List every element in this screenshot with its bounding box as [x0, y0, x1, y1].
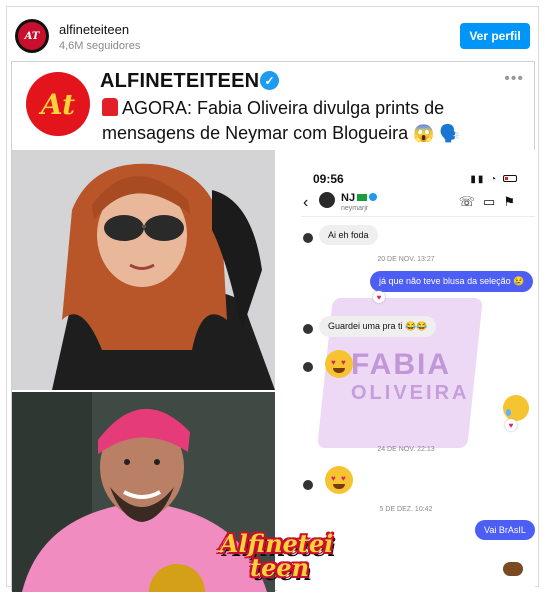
- message-bubble-in[interactable]: Ai eh foda: [319, 225, 378, 245]
- heart-eyes-emoji-icon: ♥ ♥: [325, 350, 353, 378]
- headline-emojis: 😱 🗣️: [413, 124, 461, 143]
- back-arrow-icon[interactable]: ‹: [303, 194, 308, 212]
- brand-name: ALFINETEITEEN: [100, 70, 260, 92]
- contact-avatar[interactable]: [319, 192, 335, 208]
- headline-text: AGORA: Fabia Oliveira divulga prints de …: [102, 98, 445, 143]
- sender-avatar: [303, 324, 313, 334]
- message-timestamp: 5 DE DEZ. 10:42: [379, 506, 433, 513]
- otter-emoji-icon: [503, 562, 523, 576]
- message-timestamp: 24 DE NOV. 22:13: [377, 446, 435, 453]
- contact-name[interactable]: NJ: [341, 192, 378, 204]
- post-card: At ALFINETEITEEN ✓ ••• AGORA: Fabia Oliv…: [11, 61, 535, 592]
- contact-username: neymarjr: [341, 205, 369, 212]
- contact-name-text: NJ: [341, 192, 356, 204]
- heart-reaction-icon: ♥: [505, 419, 517, 431]
- sender-avatar: [303, 480, 313, 490]
- watermark-oliveira: OLIVEIRA: [351, 382, 470, 404]
- header-divider: [301, 216, 535, 217]
- username[interactable]: alfineteiteen: [59, 22, 129, 37]
- verified-icon-small: [369, 193, 378, 201]
- dm-screenshot: 09:56 ▮▮ ◔ ‹ NJ neymarjr ☏▭⚑ FABIA OLIVE…: [277, 150, 535, 592]
- message-timestamp: 20 DE NOV. 13:27: [377, 256, 435, 263]
- stamp-line-2: teen: [250, 553, 310, 582]
- sad-tear-emoji-icon: [503, 395, 529, 421]
- more-options-icon[interactable]: •••: [504, 70, 524, 88]
- followers-count: 4,6M seguidores: [59, 40, 141, 52]
- verified-icon: ✓: [260, 71, 279, 90]
- message-bubble-out[interactable]: já que não teve blusa da seleção 😢: [370, 271, 534, 292]
- heart-eyes-emoji-icon: ♥ ♥: [325, 466, 353, 494]
- message-bubble-in[interactable]: Guardei uma pra ti 😂😂: [319, 316, 437, 337]
- sender-avatar: [303, 362, 313, 372]
- siren-icon: [102, 98, 118, 116]
- post-frame: AT alfineteiteen 4,6M seguidores Ver per…: [6, 6, 539, 592]
- heart-reaction-icon: ♥: [373, 291, 385, 303]
- sender-avatar: [303, 233, 313, 243]
- view-profile-button[interactable]: Ver perfil: [460, 23, 530, 49]
- chat-header-icons[interactable]: ☏▭⚑: [459, 194, 523, 210]
- status-icons: ▮▮ ◔: [470, 174, 517, 185]
- status-time: 09:56: [313, 172, 344, 186]
- alfineteiteen-stamp-logo: Alfinetei teen: [220, 532, 340, 590]
- watermark-fabia: FABIA: [351, 348, 451, 381]
- battery-icon: [503, 175, 517, 182]
- photo-fabia-illustration: [12, 150, 275, 390]
- photo-fabia: [12, 150, 275, 390]
- profile-header: AT alfineteiteen 4,6M seguidores Ver per…: [15, 19, 530, 59]
- message-bubble-out[interactable]: Vai BrAsIL: [475, 520, 535, 540]
- avatar[interactable]: AT: [15, 19, 49, 53]
- avatar-logo: AT: [18, 22, 46, 50]
- brazil-flag-icon: [357, 194, 368, 201]
- post-headline: AGORA: Fabia Oliveira divulga prints de …: [102, 96, 512, 146]
- brand-logo: At: [26, 72, 90, 136]
